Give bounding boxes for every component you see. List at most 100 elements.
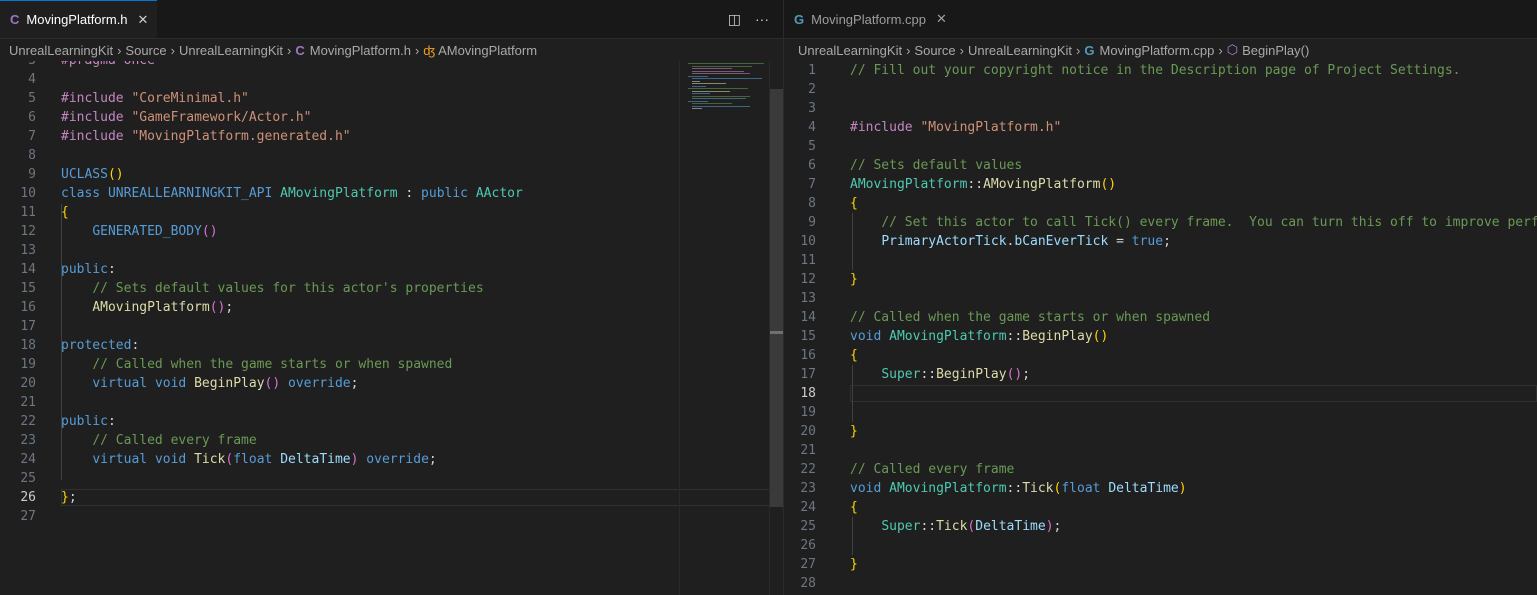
code-line[interactable]: 3 #pragma once	[0, 61, 783, 70]
tab-moving-platform-cpp[interactable]: G MovingPlatform.cpp ✕	[784, 0, 957, 38]
close-icon[interactable]: ✕	[138, 12, 149, 28]
code-line[interactable]: 1 // Fill out your copyright notice in th…	[784, 61, 1537, 80]
code-editor[interactable]: 3#pragma once45#include "CoreMinimal.h"6…	[0, 61, 783, 595]
breadcrumb-item[interactable]: MovingPlatform.cpp	[1100, 43, 1215, 58]
code-line[interactable]: 2	[784, 80, 1537, 99]
code-token: class	[61, 186, 108, 201]
breadcrumb-item[interactable]: UnrealLearningKit	[179, 43, 283, 58]
code-line[interactable]: 12}	[784, 270, 1537, 289]
code-line[interactable]: 25	[0, 469, 783, 488]
code-line[interactable]: 13	[784, 289, 1537, 308]
line-number: 19	[800, 405, 816, 420]
minimap-line	[692, 78, 762, 79]
code-token: )	[1045, 519, 1054, 534]
indent-guide	[61, 204, 62, 480]
minimap-line	[688, 88, 748, 89]
code-line[interactable]: 21	[784, 441, 1537, 460]
code-line[interactable]: 10 PrimaryActorTick.bCanEverTick = true;	[784, 232, 1537, 251]
line-number: 4	[808, 120, 816, 135]
code-line[interactable]: 4	[0, 70, 783, 89]
breadcrumb-item[interactable]: UnrealLearningKit	[798, 43, 902, 58]
code-line[interactable]: 24 virtual void Tick(float DeltaTime) ov…	[0, 450, 783, 469]
code-line[interactable]: 5 #include "CoreMinimal.h"	[0, 89, 783, 108]
line-number: 23	[800, 481, 816, 496]
code-line[interactable]: 19	[784, 403, 1537, 422]
code-text: {	[850, 498, 858, 517]
code-line[interactable]: 17 Super::BeginPlay();	[784, 365, 1537, 384]
scrollbar-thumb[interactable]	[770, 89, 783, 507]
more-actions-icon[interactable]: ···	[755, 11, 769, 27]
code-line[interactable]: 8{	[784, 194, 1537, 213]
code-line[interactable]: 28	[784, 574, 1537, 593]
code-text: {	[850, 194, 858, 213]
code-line[interactable]: 4 #include "MovingPlatform.h"	[784, 118, 1537, 137]
code-line[interactable]: 3	[784, 99, 1537, 118]
code-line[interactable]: 22 public:	[0, 412, 783, 431]
code-line[interactable]: 13	[0, 241, 783, 260]
code-line[interactable]: 7 AMovingPlatform::AMovingPlatform()	[784, 175, 1537, 194]
code-line[interactable]: 8	[0, 146, 783, 165]
minimap-line	[692, 83, 726, 84]
code-line[interactable]: 12 GENERATED_BODY()	[0, 222, 783, 241]
code-line[interactable]: 23 // Called every frame	[0, 431, 783, 450]
code-token: Super	[881, 367, 921, 382]
code-line[interactable]: 24 {	[784, 498, 1537, 517]
code-line[interactable]: 11 {	[0, 203, 783, 222]
code-token: ::	[1006, 329, 1023, 344]
code-line[interactable]: 19 // Called when the game starts or whe…	[0, 355, 783, 374]
code-token: virtual	[92, 452, 155, 467]
split-editor-icon[interactable]: ◫	[728, 11, 741, 28]
code-line[interactable]: 18 protected:	[0, 336, 783, 355]
code-token: {	[61, 205, 69, 220]
code-line[interactable]: 7 #include "MovingPlatform.generated.h"	[0, 127, 783, 146]
code-line[interactable]: 27	[0, 507, 783, 526]
chevron-right-icon: ›	[117, 42, 122, 58]
code-line[interactable]: 21	[0, 393, 783, 412]
code-line[interactable]: 11	[784, 251, 1537, 270]
code-line[interactable]: 14 // Called when the game starts or when…	[784, 308, 1537, 327]
code-line[interactable]: 22 // Called every frame	[784, 460, 1537, 479]
code-line[interactable]: 9 // Set this actor to call Tick() every…	[784, 213, 1537, 232]
line-number: 27	[20, 509, 36, 524]
code-line[interactable]: 26	[784, 536, 1537, 555]
code-line[interactable]: 16 AMovingPlatform();	[0, 298, 783, 317]
chevron-right-icon: ›	[170, 42, 175, 58]
close-icon[interactable]: ✕	[936, 11, 947, 27]
code-line[interactable]: 16 {	[784, 346, 1537, 365]
minimap[interactable]	[679, 61, 770, 595]
line-number: 20	[800, 424, 816, 439]
indent-guide	[852, 213, 853, 270]
breadcrumb-item[interactable]: Source	[125, 43, 166, 58]
breadcrumb-item[interactable]: BeginPlay()	[1242, 43, 1309, 58]
code-line[interactable]: 6 // Sets default values	[784, 156, 1537, 175]
breadcrumb-item[interactable]: Source	[914, 43, 955, 58]
code-line[interactable]: 15 void AMovingPlatform::BeginPlay()	[784, 327, 1537, 346]
code-line[interactable]: 20 virtual void BeginPlay() override;	[0, 374, 783, 393]
vertical-scrollbar[interactable]	[769, 61, 783, 595]
code-line[interactable]: 23 void AMovingPlatform::Tick(float Delta…	[784, 479, 1537, 498]
code-line[interactable]: 20}	[784, 422, 1537, 441]
tab-moving-platform-h[interactable]: C MovingPlatform.h ✕	[0, 0, 157, 38]
code-text: void AMovingPlatform::Tick(float DeltaTi…	[850, 479, 1187, 498]
code-line[interactable]: 9 UCLASS()	[0, 165, 783, 184]
code-token: ;	[428, 452, 437, 467]
code-line[interactable]: 6 #include "GameFramework/Actor.h"	[0, 108, 783, 127]
line-number: 12	[20, 224, 36, 239]
chevron-right-icon: ›	[1076, 42, 1081, 58]
code-line[interactable]: 26};	[0, 488, 783, 507]
code-line[interactable]: 15 // Sets default values for this actor…	[0, 279, 783, 298]
code-line[interactable]: 14 public:	[0, 260, 783, 279]
code-line[interactable]: 18	[784, 384, 1537, 403]
breadcrumb-item[interactable]: MovingPlatform.h	[310, 43, 411, 58]
code-line[interactable]: 5	[784, 137, 1537, 156]
breadcrumb-item[interactable]: UnrealLearningKit	[968, 43, 1072, 58]
code-token: {	[850, 500, 858, 515]
code-line[interactable]: 10 class UNREALLEARNINGKIT_API AMovingPla…	[0, 184, 783, 203]
code-line[interactable]: 17	[0, 317, 783, 336]
breadcrumb-item[interactable]: AMovingPlatform	[438, 43, 537, 58]
code-line[interactable]: 27}	[784, 555, 1537, 574]
breadcrumb-item[interactable]: UnrealLearningKit	[9, 43, 113, 58]
code-editor[interactable]: 1 // Fill out your copyright notice in th…	[784, 61, 1537, 595]
code-line[interactable]: 25 Super::Tick(DeltaTime);	[784, 517, 1537, 536]
